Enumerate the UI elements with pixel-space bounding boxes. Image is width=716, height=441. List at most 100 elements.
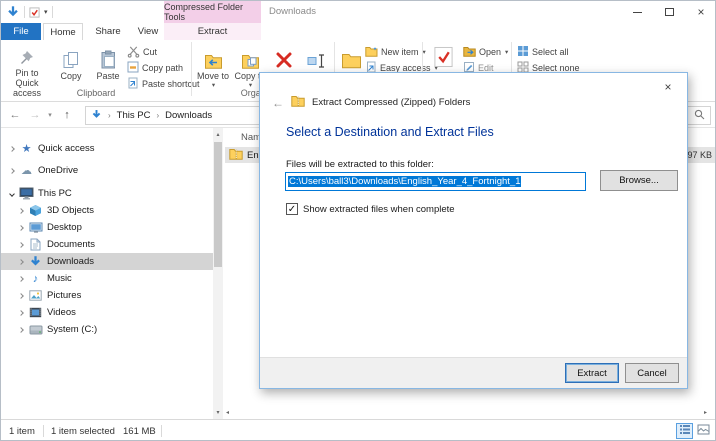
clipboard-group-label: Clipboard <box>76 88 116 98</box>
toolbar-separator <box>24 6 25 18</box>
computer-icon <box>18 187 35 200</box>
window-title: Downloads <box>269 6 316 17</box>
copy-to-icon <box>241 42 260 69</box>
back-button[interactable]: ← <box>7 106 23 124</box>
scroll-up-icon[interactable]: ▴ <box>213 128 223 141</box>
maximize-icon <box>664 8 674 16</box>
contextual-tab-header: Compressed Folder Tools <box>164 1 261 23</box>
maximize-button[interactable] <box>653 1 685 23</box>
status-bar: 1 item 1 item selected 161 MB <box>1 419 715 440</box>
qat-customize-button[interactable]: ▾ <box>44 4 48 20</box>
expander-icon[interactable] <box>14 309 27 316</box>
quick-access-toolbar: ▾ <box>6 4 53 20</box>
desktop-icon <box>27 222 44 234</box>
sidebar-item-downloads[interactable]: Downloads <box>1 253 213 270</box>
breadcrumb-chevron-icon: › <box>108 111 111 120</box>
destination-path-input[interactable]: C:\Users\ball3\Downloads\English_Year_4_… <box>285 172 586 191</box>
cancel-button[interactable]: Cancel <box>625 363 679 383</box>
new-item-button[interactable]: New item ▾ <box>365 44 426 60</box>
cut-button[interactable]: Cut <box>127 44 157 60</box>
browse-button[interactable]: Browse... <box>600 170 678 191</box>
copy-icon <box>63 42 79 69</box>
tab-view[interactable]: View <box>131 23 165 40</box>
expander-icon[interactable] <box>5 145 18 152</box>
open-button[interactable]: Open ▾ <box>463 44 508 60</box>
music-icon: ♪ <box>32 272 39 285</box>
expander-icon[interactable] <box>14 275 27 282</box>
search-icon <box>694 107 705 125</box>
dialog-back-button[interactable]: ← <box>272 96 284 110</box>
selection-size: 161 MB <box>123 426 156 437</box>
tab-share[interactable]: Share <box>87 23 129 40</box>
destination-label: Files will be extracted to this folder: <box>286 159 434 170</box>
paste-shortcut-button[interactable]: Paste shortcut <box>127 76 200 92</box>
up-button[interactable]: ↑ <box>59 106 75 124</box>
expander-icon[interactable] <box>14 292 27 299</box>
selected-path-text: C:\Users\ball3\Downloads\English_Year_4_… <box>288 176 522 187</box>
dialog-close-button[interactable]: × <box>655 77 681 97</box>
rename-icon <box>307 42 327 69</box>
expander-icon[interactable] <box>14 326 27 333</box>
properties-icon <box>433 42 454 69</box>
sidebar-item-onedrive[interactable]: ☁ OneDrive <box>1 162 213 179</box>
copy-path-icon <box>127 61 139 75</box>
item-count: 1 item <box>9 426 35 437</box>
paste-label: Paste <box>96 71 120 81</box>
sidebar-item-documents[interactable]: Documents <box>1 236 213 253</box>
close-icon: × <box>697 5 705 19</box>
expander-icon[interactable] <box>5 167 18 174</box>
tab-file[interactable]: File <box>1 23 41 40</box>
sidebar-item-3d-objects[interactable]: 3D Objects <box>1 202 213 219</box>
toolbar-separator <box>51 6 53 18</box>
scrollbar-thumb[interactable] <box>214 142 222 267</box>
recent-locations-button[interactable]: ▾ <box>45 106 55 124</box>
scroll-down-icon[interactable]: ▾ <box>213 406 223 419</box>
tab-home[interactable]: Home <box>43 23 83 40</box>
details-view-toggle[interactable] <box>676 423 693 439</box>
expander-icon[interactable] <box>14 224 27 231</box>
minimize-button[interactable] <box>621 1 653 23</box>
scroll-right-icon[interactable]: ▸ <box>704 409 707 416</box>
ribbon-tab-row: File Home Share View Extract <box>1 23 715 40</box>
expander-icon[interactable] <box>5 190 18 197</box>
sidebar-item-system-c[interactable]: System (C:) <box>1 321 213 338</box>
sidebar-item-quick-access[interactable]: ★ Quick access <box>1 140 213 157</box>
move-to-label: Move to <box>196 71 229 81</box>
navigation-pane: ★ Quick access ☁ OneDrive This PC 3D Obj… <box>1 128 213 419</box>
select-all-button[interactable]: Select all <box>517 44 569 60</box>
downloads-folder-icon <box>6 4 20 20</box>
copy-path-label: Copy path <box>142 63 184 73</box>
expander-icon[interactable] <box>14 207 27 214</box>
paste-icon <box>101 42 116 69</box>
explorer-window: ▾ Compressed Folder Tools Downloads × Fi… <box>0 0 716 441</box>
expander-icon[interactable] <box>14 258 27 265</box>
breadcrumb-chevron-icon: › <box>156 111 160 120</box>
downloads-folder-icon <box>91 109 102 123</box>
scroll-left-icon[interactable]: ◂ <box>226 409 229 416</box>
qat-properties-button[interactable] <box>29 4 40 20</box>
close-button[interactable]: × <box>685 1 715 23</box>
details-view-icon <box>679 424 691 438</box>
zip-folder-icon <box>229 148 243 163</box>
breadcrumb-downloads[interactable]: Downloads <box>165 110 212 121</box>
sidebar-item-videos[interactable]: Videos <box>1 304 213 321</box>
sidebar-scrollbar[interactable]: ▴ ▾ <box>213 128 223 419</box>
pin-to-quick-access-button[interactable]: Pin to Quick access <box>3 42 51 98</box>
expander-icon[interactable] <box>14 241 27 248</box>
sidebar-item-this-pc[interactable]: This PC <box>1 185 213 202</box>
copy-path-button[interactable]: Copy path <box>127 60 183 76</box>
dropdown-caret-icon: ▾ <box>422 49 426 56</box>
show-files-checkbox[interactable]: ✓ <box>286 203 298 215</box>
drive-icon <box>27 325 44 335</box>
sidebar-item-pictures[interactable]: Pictures <box>1 287 213 304</box>
pin-icon <box>18 42 36 66</box>
sidebar-item-music[interactable]: ♪ Music <box>1 270 213 287</box>
forward-button[interactable]: → <box>27 106 43 124</box>
dialog-title: Extract Compressed (Zipped) Folders <box>312 97 471 108</box>
sidebar-item-desktop[interactable]: Desktop <box>1 219 213 236</box>
tab-extract[interactable]: Extract <box>164 23 261 40</box>
large-icons-view-toggle[interactable] <box>695 423 712 439</box>
extract-button[interactable]: Extract <box>565 363 619 383</box>
cube-icon <box>27 204 44 217</box>
breadcrumb-this-pc[interactable]: This PC <box>117 110 151 121</box>
